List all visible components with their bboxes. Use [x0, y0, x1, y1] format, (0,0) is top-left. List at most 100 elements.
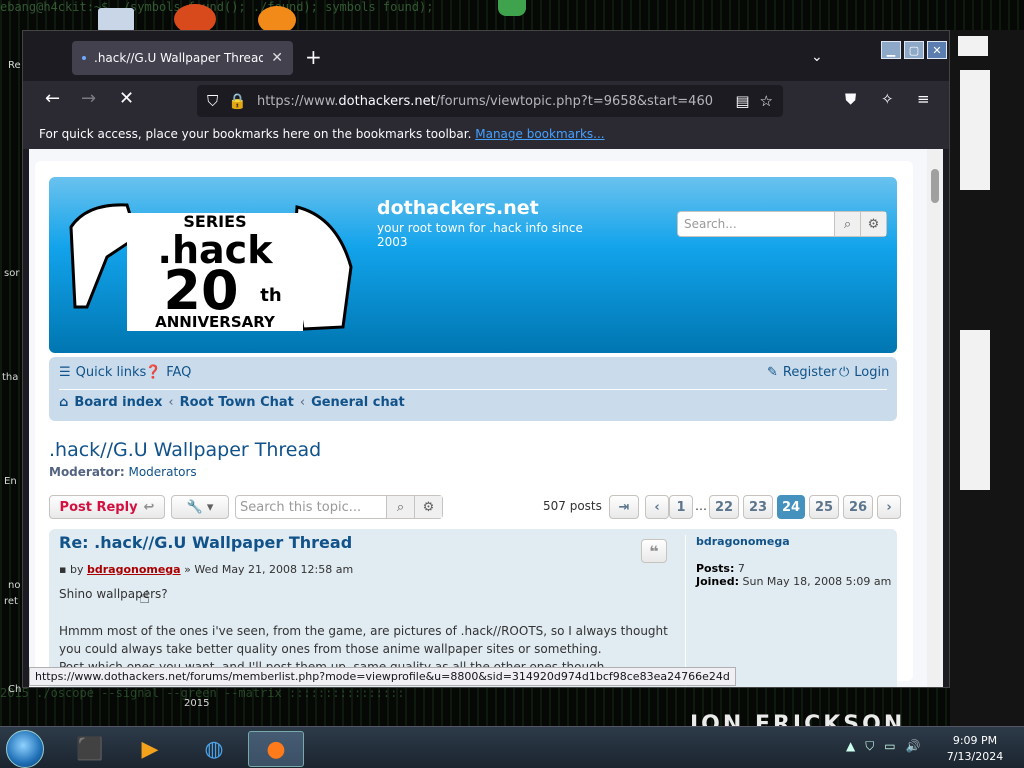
lock-icon[interactable]: 🔒 [228, 92, 247, 110]
header-search-input[interactable]: Search... [678, 212, 834, 236]
joined-value: Sun May 18, 2008 5:09 am [742, 575, 892, 588]
post-reply-button[interactable]: Post Reply ↩ [49, 495, 165, 519]
desktop-year-label: 2015 [184, 698, 210, 709]
url-prefix: https://www. [256, 93, 339, 109]
shield-icon[interactable]: ⛉ [207, 92, 218, 110]
post-count: 507 posts [543, 499, 602, 513]
forward-arrow-icon[interactable]: → [81, 89, 96, 109]
breadcrumb-root-town-chat[interactable]: Root Town Chat [180, 395, 294, 410]
topic-tools-button[interactable]: 🔧 ▾ [171, 495, 229, 519]
desktop-label: ret [4, 596, 18, 607]
page-25[interactable]: 25 [809, 495, 839, 519]
tray-expand-icon[interactable]: ▲ [846, 739, 855, 754]
next-page-icon[interactable]: › [877, 495, 901, 519]
site-header: SERIES .hack 20 th ANNIVERSARY dothacker… [49, 177, 897, 353]
jump-to-page-icon[interactable]: ⇥ [609, 495, 639, 519]
quick-links-menu[interactable]: ☰ Quick links [59, 365, 146, 380]
faq-link[interactable]: ❓ FAQ [145, 365, 191, 380]
tab-title: .hack//G.U Wallpaper Thread - [94, 51, 264, 65]
post-paragraph: Shino wallpapers? [59, 587, 168, 601]
shield-tray-icon[interactable]: ⛉ [865, 739, 874, 754]
speaker-tray-icon[interactable]: 🔊 [906, 739, 921, 754]
breadcrumb-board-index[interactable]: Board index [74, 395, 162, 410]
posts-label: Posts: [696, 562, 735, 575]
browser-tab[interactable]: .hack//G.U Wallpaper Thread - ✕ [72, 41, 293, 75]
site-description: your root town for .hack info since 2003 [377, 221, 583, 249]
maximize-button[interactable]: ▢ [904, 41, 924, 59]
manage-bookmarks-link[interactable]: Manage bookmarks... [475, 127, 604, 141]
moderator-label: Moderator: [49, 465, 125, 479]
page-1[interactable]: 1 [669, 495, 693, 519]
topic-title[interactable]: .hack//G.U Wallpaper Thread [49, 439, 321, 461]
page-23[interactable]: 23 [743, 495, 773, 519]
bookmark-star-icon[interactable]: ☆ [760, 92, 773, 110]
post-meta-separator: » [184, 563, 191, 576]
register-link[interactable]: ✎ Register [767, 365, 836, 380]
file-icon[interactable]: ▪ [59, 563, 66, 576]
forum-page: SERIES .hack 20 th ANNIVERSARY dothacker… [35, 161, 913, 687]
desktop-label: Ch [8, 684, 22, 695]
close-window-button[interactable]: ✕ [927, 41, 947, 59]
media-player-icon[interactable]: ▶ [122, 731, 178, 767]
page-26[interactable]: 26 [843, 495, 873, 519]
close-tab-icon[interactable]: ✕ [271, 50, 283, 66]
joined-label: Joined: [696, 575, 739, 588]
desktop-shape [958, 36, 988, 56]
profile-joined: Joined: Sun May 18, 2008 5:09 am [696, 575, 893, 588]
firefox-taskbar-icon[interactable]: ● [248, 731, 304, 767]
desktop-icon[interactable] [98, 8, 134, 32]
quote-button[interactable]: ❝ [641, 539, 667, 563]
desktop-icon[interactable] [498, 0, 526, 16]
minimize-button[interactable]: ▁ [881, 41, 901, 59]
home-icon[interactable]: ⌂ [59, 395, 68, 410]
list-all-tabs-icon[interactable]: ⌄ [811, 49, 823, 65]
breadcrumb-general-chat[interactable]: General chat [311, 395, 405, 410]
post-profile: bdragonomega Posts: 7 Joined: Sun May 18… [685, 535, 893, 687]
reader-view-icon[interactable]: ▤ [735, 92, 749, 110]
profile-username[interactable]: bdragonomega [696, 535, 893, 548]
topic-search-input[interactable]: Search this topic... [240, 500, 386, 515]
loading-dot-icon [82, 56, 86, 60]
page-22[interactable]: 22 [709, 495, 739, 519]
stop-loading-icon[interactable]: ✕ [119, 89, 134, 109]
address-bar[interactable]: ⛉ 🔒 https://www.dothackers.net/forums/vi… [197, 85, 783, 117]
pencil-square-icon: ✎ [767, 365, 778, 380]
globe-app-icon[interactable]: ◍ [186, 731, 242, 767]
post-title[interactable]: Re: .hack//G.U Wallpaper Thread [59, 533, 352, 552]
search-icon[interactable]: ⌕ [386, 496, 414, 518]
clock-date: 7/13/2024 [946, 750, 1004, 763]
chevron-left-icon: ‹ [299, 395, 306, 410]
post-date: Wed May 21, 2008 12:58 am [194, 563, 354, 576]
page-scrollbar[interactable] [927, 149, 943, 687]
desktop-label: no [8, 580, 21, 591]
new-tab-button[interactable]: + [305, 47, 322, 67]
site-name[interactable]: dothackers.net [377, 197, 539, 219]
bars-icon: ☰ [59, 365, 71, 380]
page-24-current: 24 [777, 495, 805, 519]
system-tray: ▲ ⛉ ▭ 🔊 [846, 739, 921, 754]
login-link[interactable]: ⏻ Login [839, 365, 889, 380]
pocket-icon[interactable]: ⛊ [845, 89, 856, 109]
previous-page-icon[interactable]: ‹ [645, 495, 669, 519]
advanced-search-gear-icon[interactable]: ⚙ [860, 212, 886, 236]
taskbar-app-icon[interactable]: ⬛ [62, 731, 118, 767]
moderators-link[interactable]: Moderators [128, 465, 196, 479]
advanced-search-gear-icon[interactable]: ⚙ [414, 496, 442, 518]
monitor-tray-icon[interactable]: ▭ [884, 739, 895, 754]
topic-search-box: Search this topic... ⌕ ⚙ [235, 495, 443, 519]
url-text[interactable]: https://www.dothackers.net/forums/viewto… [257, 94, 725, 109]
link-status-bar: https://www.dothackers.net/forums/member… [29, 667, 736, 686]
search-icon[interactable]: ⌕ [834, 212, 860, 236]
system-clock[interactable]: 9:09 PM 7/13/2024 [940, 733, 1010, 765]
scrollbar-thumb[interactable] [931, 169, 939, 203]
back-arrow-icon[interactable]: ← [45, 89, 60, 109]
start-button[interactable] [6, 730, 44, 768]
logo-th-text: th [260, 285, 281, 306]
url-domain: dothackers.net [338, 93, 436, 109]
extensions-icon[interactable]: ✧ [881, 89, 894, 109]
question-icon: ❓ [145, 365, 162, 380]
site-logo[interactable]: SERIES .hack 20 th ANNIVERSARY [67, 197, 357, 337]
menu-icon[interactable]: ≡ [917, 89, 930, 109]
logo-anniversary-text: ANNIVERSARY [155, 313, 276, 331]
post-author-link[interactable]: bdragonomega [87, 563, 181, 576]
